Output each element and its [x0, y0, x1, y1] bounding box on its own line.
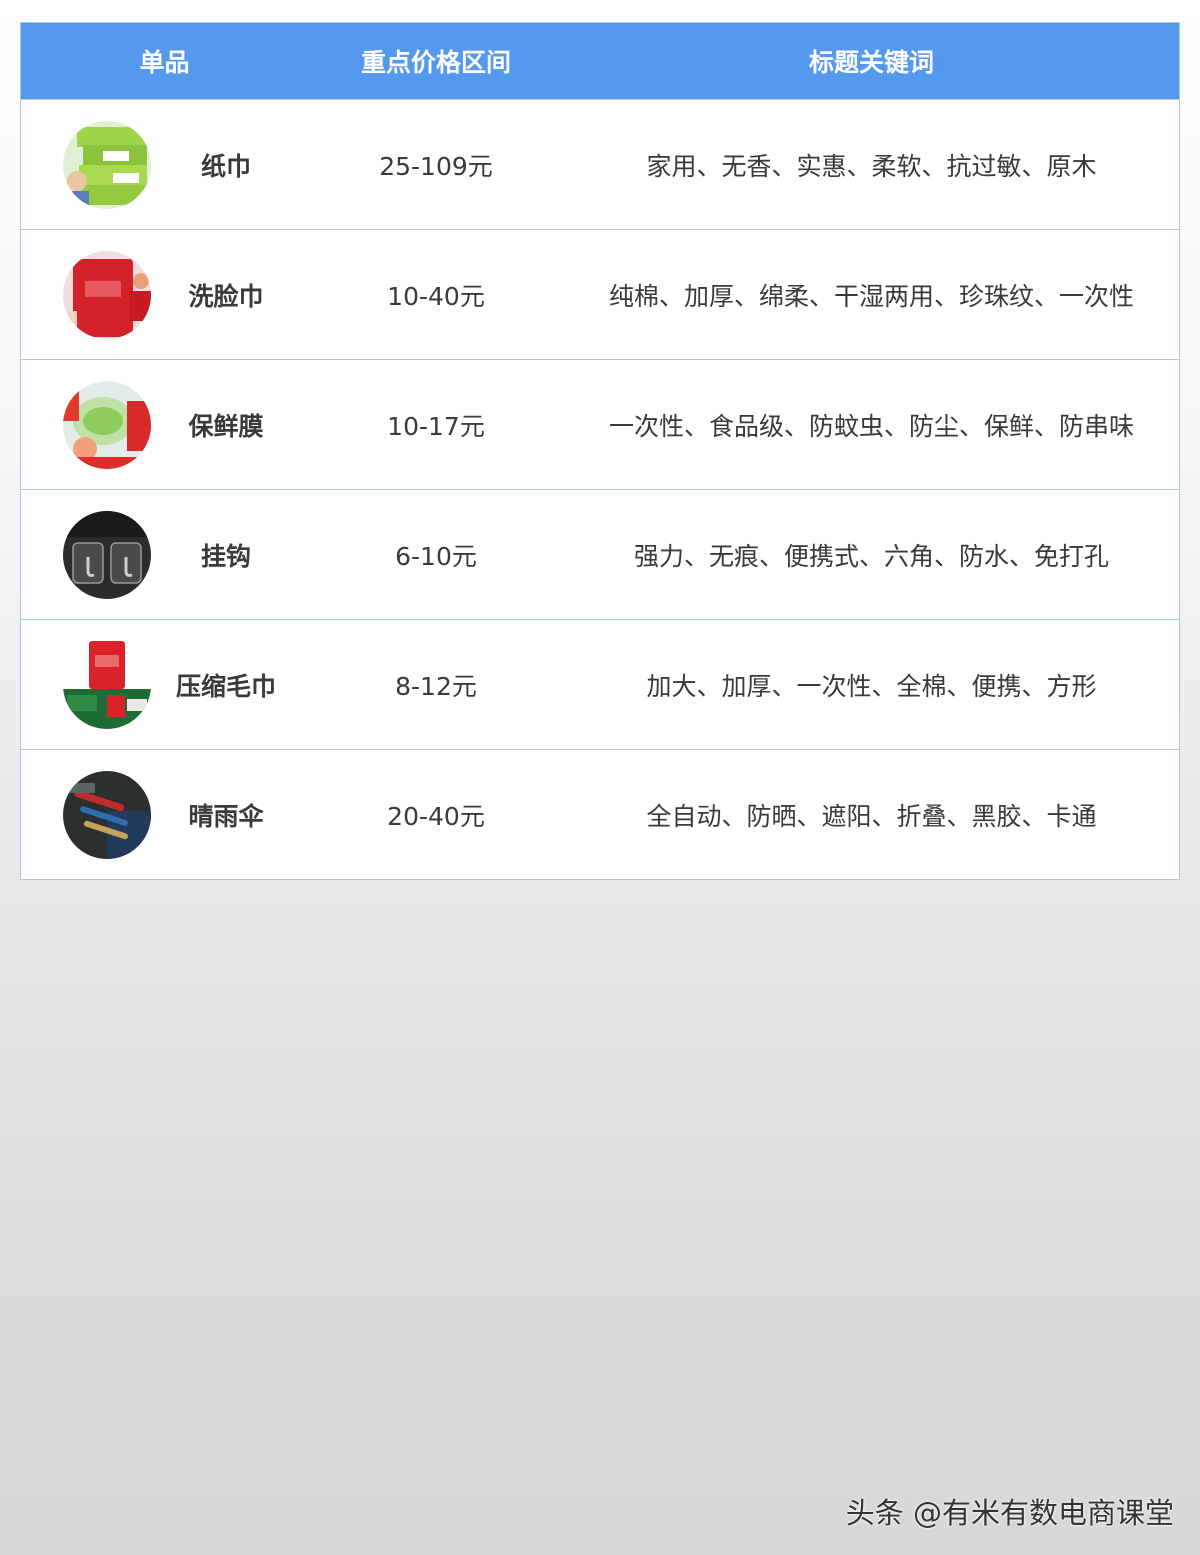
price-range: 10-17元 [387, 411, 485, 441]
product-keyword-table: 单品 重点价格区间 标题关键词 纸巾 25-109元 家用、无香、实惠、柔软、抗… [20, 22, 1180, 880]
table-row: 纸巾 25-109元 家用、无香、实惠、柔软、抗过敏、原木 [21, 99, 1179, 229]
title-keywords: 全自动、防晒、遮阳、折叠、黑胶、卡通 [646, 801, 1097, 831]
product-name: 压缩毛巾 [175, 671, 276, 701]
product-cell: 挂钩 [21, 490, 308, 619]
title-keywords: 家用、无香、实惠、柔软、抗过敏、原木 [646, 151, 1097, 181]
wall-hook-image [63, 510, 151, 599]
product-name: 挂钩 [200, 541, 251, 571]
watermark: 头条 @有米有数电商课堂 [845, 1496, 1174, 1530]
price-range: 10-40元 [387, 281, 485, 311]
header-price-range: 重点价格区间 [360, 48, 511, 77]
product-cell: 洗脸巾 [21, 230, 308, 359]
header-title-keywords: 标题关键词 [808, 48, 934, 77]
title-keywords: 一次性、食品级、防蚊虫、防尘、保鲜、防串味 [608, 411, 1134, 441]
price-range: 20-40元 [387, 801, 485, 831]
table-row: 保鲜膜 10-17元 一次性、食品级、防蚊虫、防尘、保鲜、防串味 [21, 359, 1179, 489]
price-range: 6-10元 [395, 541, 477, 571]
compressed-towel-image [63, 640, 151, 729]
table-header: 单品 重点价格区间 标题关键词 [21, 23, 1179, 99]
product-cell: 保鲜膜 [21, 360, 308, 489]
umbrella-image [63, 770, 151, 859]
product-cell: 压缩毛巾 [21, 620, 308, 749]
title-keywords: 强力、无痕、便携式、六角、防水、免打孔 [633, 541, 1109, 571]
product-name: 保鲜膜 [188, 411, 264, 441]
product-name: 晴雨伞 [188, 801, 264, 831]
header-product: 单品 [139, 48, 190, 77]
tissue-pack-image [63, 120, 151, 209]
face-towel-package-image [63, 250, 151, 339]
product-name: 纸巾 [200, 151, 251, 181]
title-keywords: 加大、加厚、一次性、全棉、便携、方形 [646, 671, 1097, 701]
product-name: 洗脸巾 [188, 281, 264, 311]
table-row: 挂钩 6-10元 强力、无痕、便携式、六角、防水、免打孔 [21, 489, 1179, 619]
price-range: 25-109元 [379, 151, 493, 181]
table-row: 压缩毛巾 8-12元 加大、加厚、一次性、全棉、便携、方形 [21, 619, 1179, 749]
product-cell: 晴雨伞 [21, 750, 308, 879]
table-row: 晴雨伞 20-40元 全自动、防晒、遮阳、折叠、黑胶、卡通 [21, 749, 1179, 879]
price-range: 8-12元 [395, 671, 477, 701]
table-row: 洗脸巾 10-40元 纯棉、加厚、绵柔、干湿两用、珍珠纹、一次性 [21, 229, 1179, 359]
cling-film-image [63, 380, 151, 469]
title-keywords: 纯棉、加厚、绵柔、干湿两用、珍珠纹、一次性 [608, 281, 1134, 311]
product-cell: 纸巾 [21, 100, 308, 229]
